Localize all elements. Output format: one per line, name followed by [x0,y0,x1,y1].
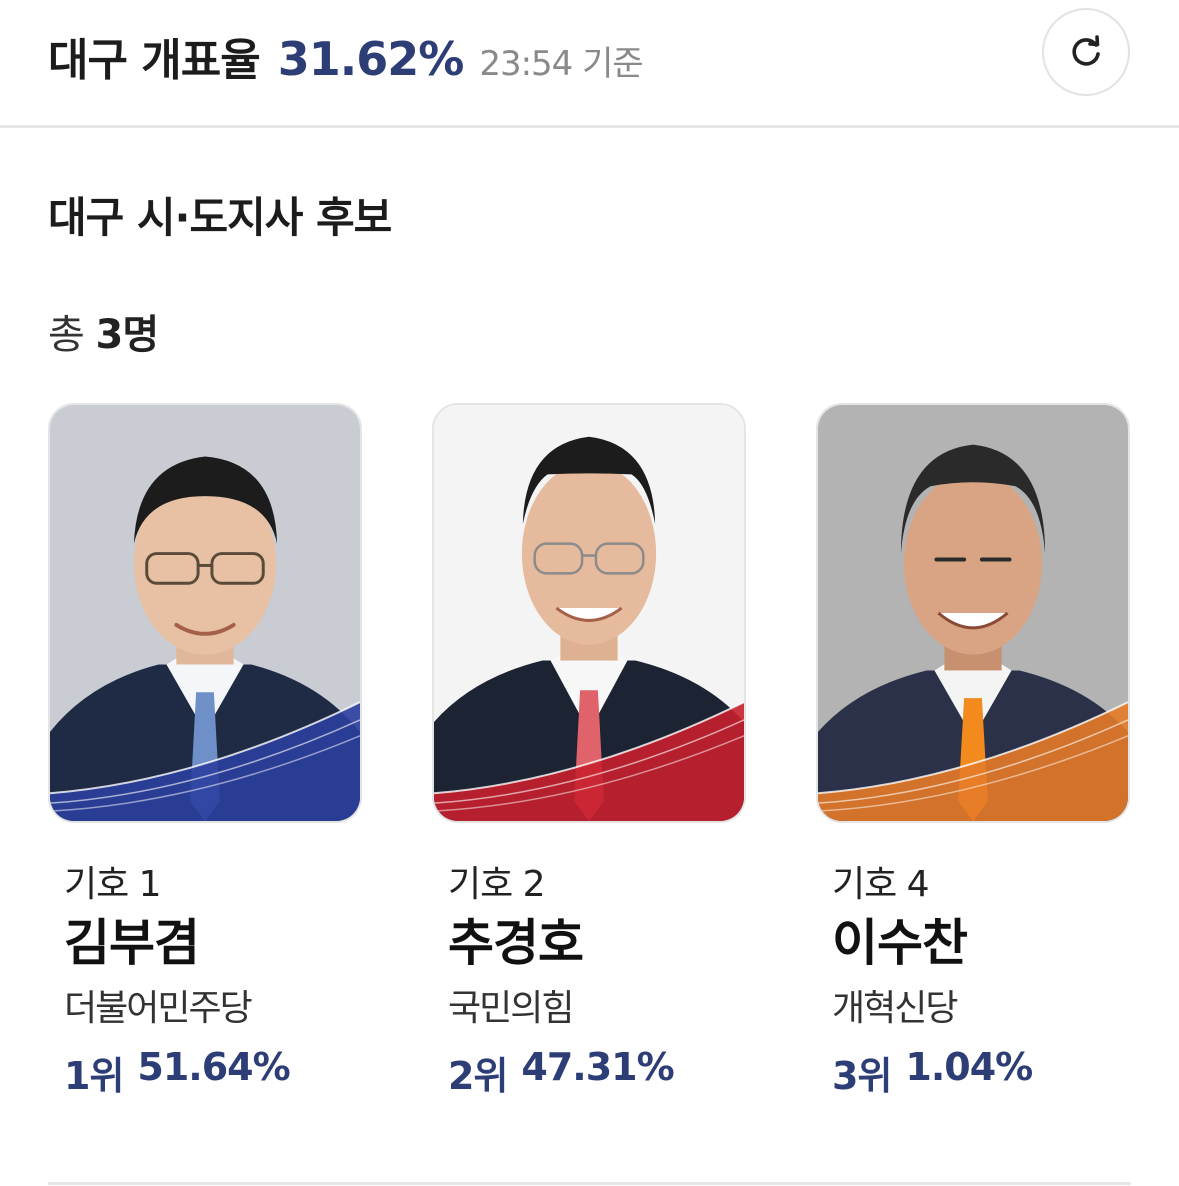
total-prefix: 총 [48,312,85,358]
refresh-icon [1072,35,1100,66]
candidate-total: 총 3명 [48,302,160,360]
candidate-number: 기호 2 [448,864,546,905]
section-title: 대구 시·도지사 후보 [48,193,392,242]
candidate-percent: 51.64% [137,1045,290,1089]
bottom-divider [48,1182,1131,1185]
candidate-result: 2위 47.31% [448,1045,675,1100]
candidate-card[interactable]: 기호 1 김부겸 더불어민주당 1위 51.64% [48,403,362,1098]
candidate-card[interactable]: 기호 4 이수찬 개혁신당 3위 1.04% [816,403,1130,1098]
region-label: 대구 개표율 [48,35,261,86]
candidate-name: 이수찬 [832,914,968,972]
candidate-result: 3위 1.04% [832,1045,1033,1100]
candidate-number: 기호 4 [832,864,930,905]
candidate-photo [48,403,362,823]
candidate-party: 개혁신당 [832,988,958,1029]
candidate-rank: 2위 [448,1054,508,1098]
candidate-photo [432,403,746,823]
total-count: 3명 [95,312,160,358]
count-rate-value: 31.62% [277,32,465,86]
candidate-result: 1위 51.64% [64,1045,291,1100]
candidate-name: 김부겸 [64,914,200,972]
candidate-percent: 47.31% [521,1045,674,1089]
candidate-party: 국민의힘 [448,988,574,1029]
candidate-rank: 1위 [64,1054,124,1098]
candidate-number: 기호 1 [64,864,162,905]
candidate-percent: 1.04% [905,1045,1033,1089]
candidate-party: 더불어민주당 [64,988,253,1029]
refresh-button[interactable] [1042,8,1130,96]
timestamp: 23:54 기준 [479,44,643,84]
count-rate-summary: 대구 개표율 31.62% 23:54 기준 [48,24,644,86]
candidate-name: 추경호 [448,914,584,972]
candidate-photo [816,403,1130,823]
page-header: 대구 개표율 31.62% 23:54 기준 [0,0,1179,128]
candidate-card[interactable]: 기호 2 추경호 국민의힘 2위 47.31% [432,403,746,1098]
candidate-rank: 3위 [832,1054,892,1098]
